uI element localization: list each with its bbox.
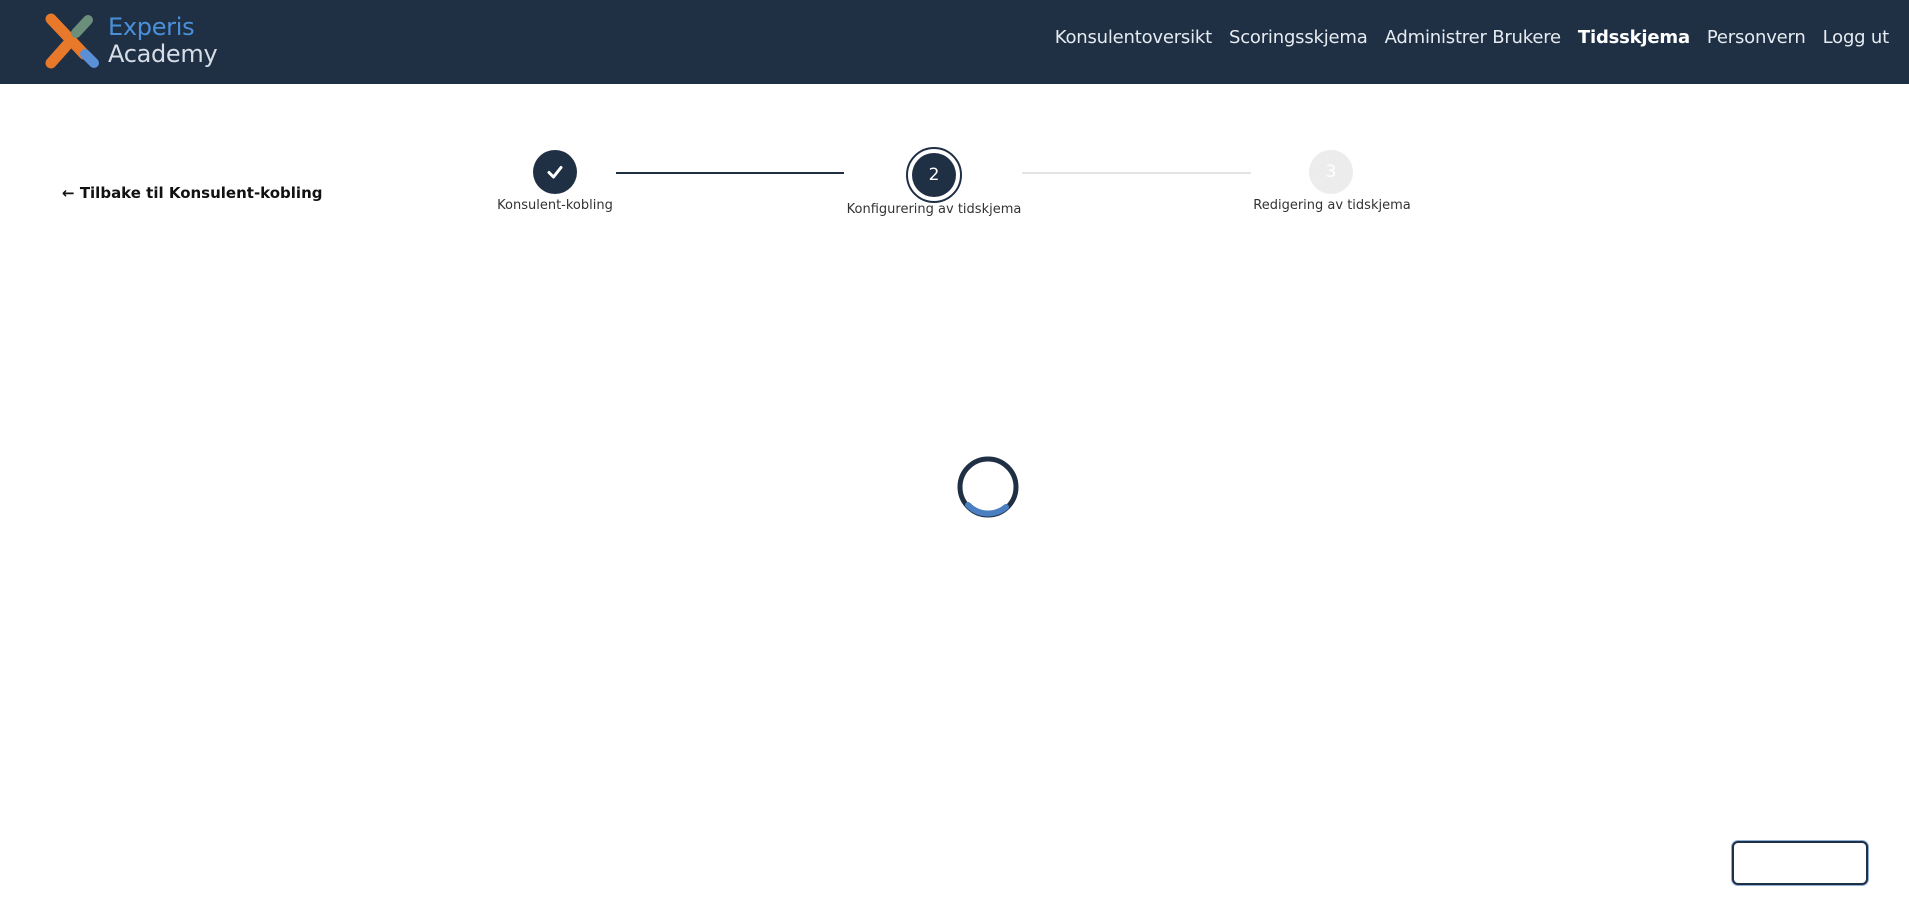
step-1-circle xyxy=(533,150,577,194)
step-1-label: Konsulent-kobling xyxy=(497,198,613,213)
step-2-label: Konfigurering av tidskjema xyxy=(846,202,1022,217)
check-icon xyxy=(547,166,563,179)
step-3-circle: 3 xyxy=(1309,150,1353,194)
step-connector-1-2 xyxy=(616,172,844,174)
step-connector-2-3 xyxy=(1022,172,1251,174)
progress-stepper: Konsulent-kobling 2 Konfigurering av tid… xyxy=(0,0,1909,240)
bottom-right-button[interactable] xyxy=(1732,841,1868,885)
step-3-label: Redigering av tidskjema xyxy=(1253,198,1411,213)
step-2-circle: 2 xyxy=(906,147,962,203)
loading-spinner-icon xyxy=(957,456,1019,518)
step-2-number: 2 xyxy=(912,153,956,197)
